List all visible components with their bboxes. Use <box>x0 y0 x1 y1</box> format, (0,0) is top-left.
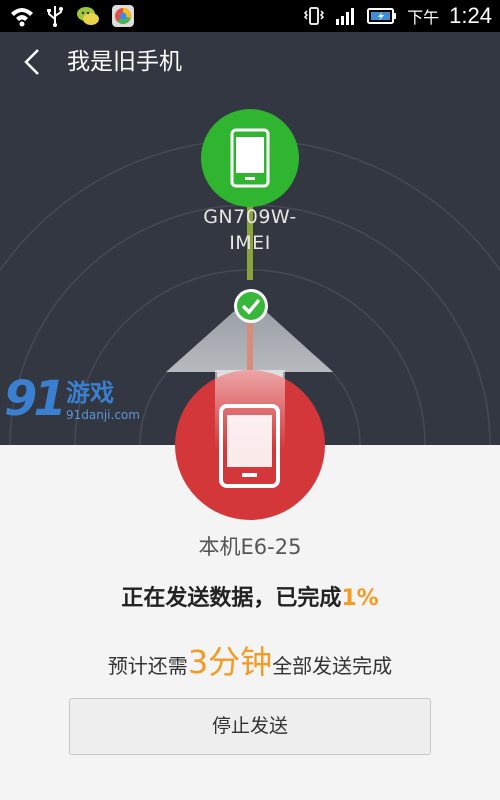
this-device-avatar <box>175 370 325 520</box>
phone-icon <box>215 370 285 488</box>
estimate-time: 3分钟 <box>187 643 273 681</box>
old-device-avatar <box>201 109 299 207</box>
chevron-left-icon[interactable] <box>18 46 50 78</box>
progress-percent: 1% <box>341 586 379 611</box>
wifi-icon <box>11 8 33 27</box>
usb-icon <box>47 6 63 27</box>
vibrate-icon <box>304 7 325 25</box>
stop-send-button[interactable]: 停止发送 <box>69 698 431 755</box>
colorful-app-icon <box>112 5 134 27</box>
phone-icon <box>230 128 270 188</box>
status-ampm: 下午 <box>407 8 440 27</box>
signal-icon <box>336 8 355 25</box>
this-device-name: 本机E6-25 <box>198 535 302 559</box>
page-title: 我是旧手机 <box>67 49 182 75</box>
chat-app-icon <box>77 7 99 25</box>
status-bar: 下午 1:24 <box>0 0 500 32</box>
estimate-status: 预计还需3分钟全部发送完成 <box>107 643 393 681</box>
status-time: 1:24 <box>449 3 492 28</box>
old-device-name: GN709W- IMEI <box>203 206 297 254</box>
watermark-logo: 91 游戏 91danji.com <box>4 371 140 427</box>
battery-icon <box>367 8 397 24</box>
check-icon <box>234 289 268 323</box>
header: 我是旧手机 <box>0 32 500 92</box>
progress-status: 正在发送数据，已完成1% <box>121 586 379 611</box>
